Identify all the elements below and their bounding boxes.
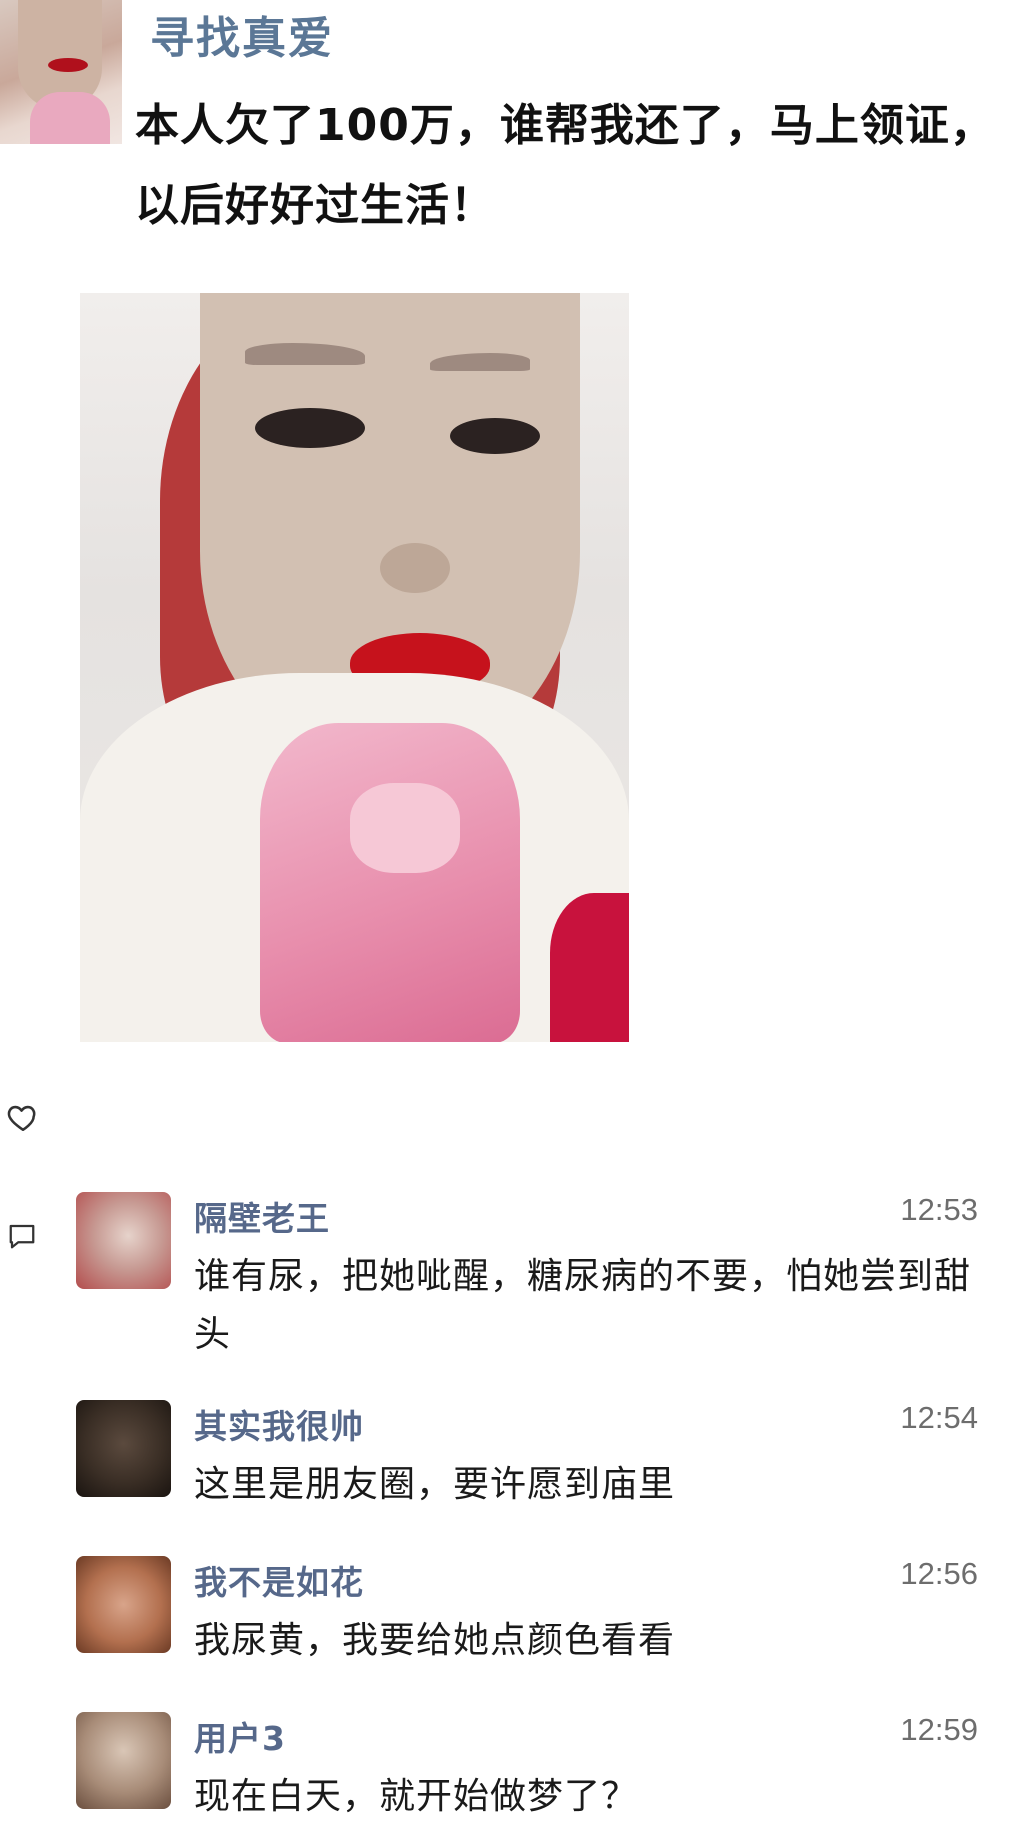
commenter-name[interactable]: 我不是如花 bbox=[194, 1556, 364, 1604]
comment-time: 12:56 bbox=[900, 1556, 978, 1591]
comment-text: 谁有尿，把她呲醒，糖尿病的不要，怕她尝到甜头 bbox=[194, 1256, 972, 1355]
comment-time: 12:53 bbox=[900, 1192, 978, 1227]
heart-icon[interactable] bbox=[6, 1100, 40, 1134]
post-text: 本人欠了100万，谁帮我还了，马上领证，以后好好过生活！ bbox=[135, 100, 995, 231]
commenter-name[interactable]: 隔壁老王 bbox=[194, 1192, 330, 1240]
commenter-avatar[interactable] bbox=[76, 1192, 171, 1289]
author-avatar[interactable] bbox=[0, 0, 122, 144]
comment-time: 12:59 bbox=[900, 1712, 978, 1747]
comment-icon[interactable] bbox=[7, 1222, 37, 1250]
post-photo[interactable] bbox=[80, 293, 629, 1042]
comment-text: 现在白天，就开始做梦了？ bbox=[194, 1776, 639, 1817]
comment-text: 我尿黄，我要给她点颜色看看 bbox=[194, 1620, 676, 1661]
commenter-name[interactable]: 其实我很帅 bbox=[194, 1400, 364, 1448]
comment-text: 这里是朋友圈，要许愿到庙里 bbox=[194, 1464, 676, 1505]
commenter-name[interactable]: 用户3 bbox=[194, 1712, 286, 1760]
author-name[interactable]: 寻找真爱 bbox=[150, 2, 334, 66]
commenter-avatar[interactable] bbox=[76, 1556, 171, 1653]
commenter-avatar[interactable] bbox=[76, 1400, 171, 1497]
comment-time: 12:54 bbox=[900, 1400, 978, 1435]
commenter-avatar[interactable] bbox=[76, 1712, 171, 1809]
